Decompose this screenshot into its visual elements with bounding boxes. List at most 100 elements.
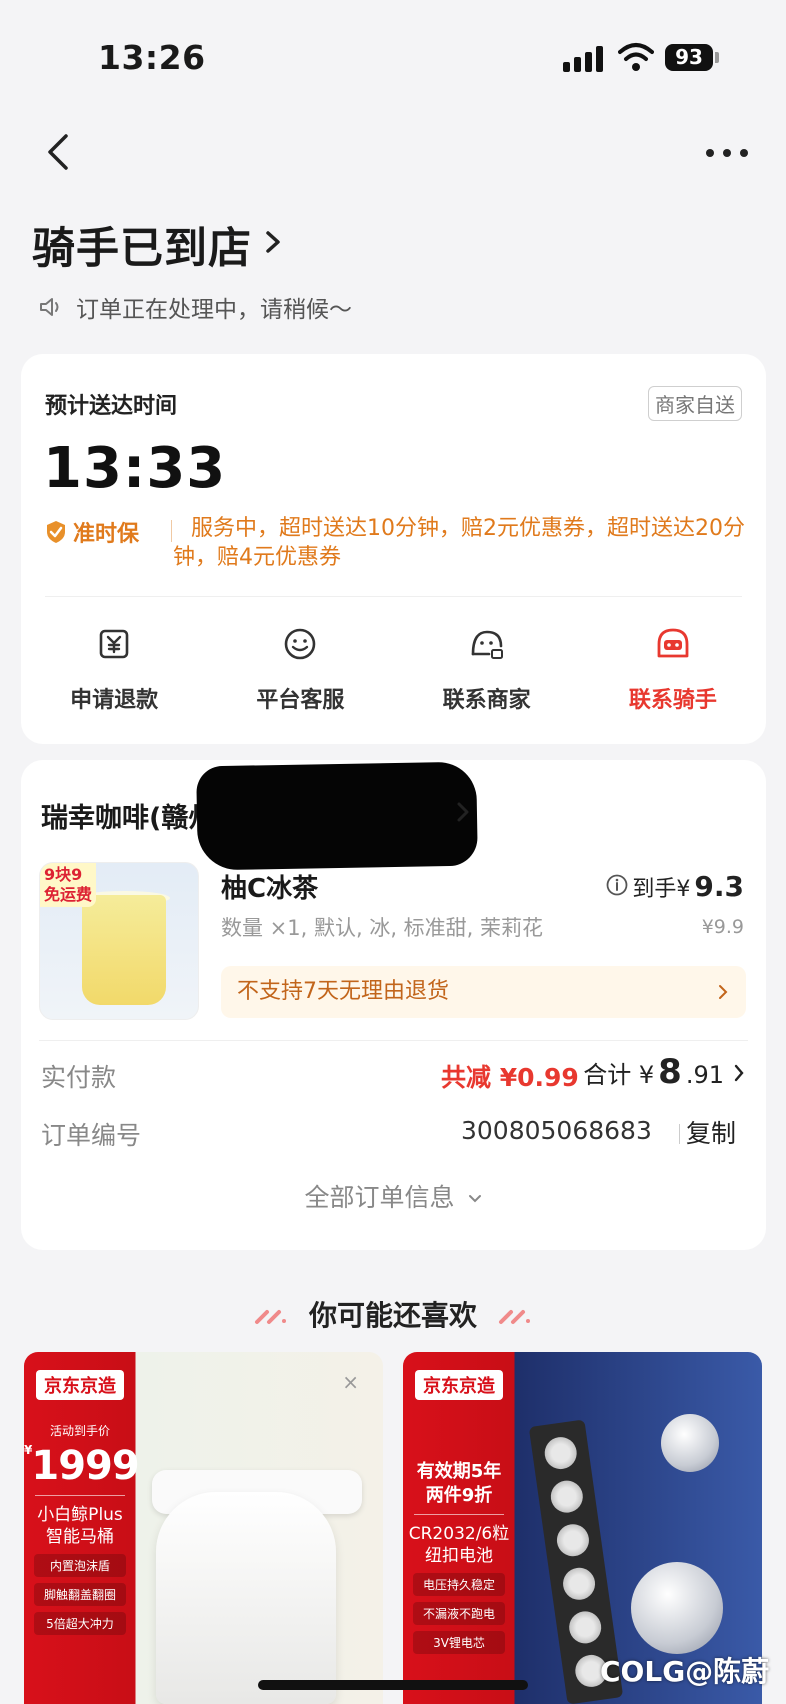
- discount-amount: 共减 ¥0.99: [441, 1063, 579, 1092]
- watermark: COLG@陈蔚: [600, 1655, 770, 1688]
- promo-price: ¥1999: [24, 1443, 140, 1489]
- total-prefix: 合计 ¥: [583, 1061, 655, 1089]
- original-price: ¥9.9: [701, 916, 744, 938]
- product-name-line2: 智能马桶: [46, 1527, 114, 1547]
- recommend-info: 活动到手价 ¥1999 小白鲸Plus 智能马桶 内置泡沫盾 脚触翻盖翻圈 5倍…: [24, 1422, 140, 1635]
- product-name-line2: 纽扣电池: [425, 1546, 493, 1566]
- promo-caption: 活动到手价: [49, 1424, 110, 1438]
- customer-service-button[interactable]: 平台客服: [207, 624, 393, 714]
- cup: [82, 895, 166, 1005]
- refund-button[interactable]: 申请退款: [21, 624, 207, 714]
- promo-tag-line1: 9块9: [44, 865, 83, 884]
- product-name-line1: 小白鲸Plus: [37, 1505, 123, 1525]
- promo-tag-line2: 免运费: [44, 885, 93, 904]
- recommend-title-text: 你可能还喜欢: [308, 1299, 477, 1332]
- order-number: 300805068683: [461, 1116, 652, 1145]
- action-row: 申请退款 平台客服 联系商家 联系骑手: [21, 624, 766, 714]
- coin-battery-image: [631, 1562, 723, 1654]
- refund-label: 申请退款: [70, 688, 159, 713]
- copy-button[interactable]: 复制: [686, 1114, 736, 1150]
- contact-merchant-label: 联系商家: [442, 688, 531, 713]
- final-price-value: 9.3: [694, 870, 744, 903]
- delivery-type-badge: 商家自送: [648, 386, 742, 421]
- ontime-divider: [171, 520, 172, 542]
- headline-line1: 有效期5年: [416, 1461, 502, 1482]
- toilet-image: [156, 1492, 336, 1704]
- recommend-info: 有效期5年 两件9折 CR2032/6粒 纽扣电池 电压持久稳定 不漏液不跑电 …: [403, 1460, 515, 1654]
- status-bar: 13:26 93: [0, 0, 786, 110]
- info-icon[interactable]: [606, 874, 628, 896]
- chevron-right-icon[interactable]: [262, 228, 284, 256]
- feature-tag: 电压持久稳定: [413, 1573, 505, 1596]
- speaker-icon: [40, 298, 59, 316]
- chevron-right-icon[interactable]: [454, 800, 472, 824]
- ontime-label: 准时保: [73, 522, 140, 547]
- promo-tag: 9块9 免运费: [40, 863, 97, 907]
- feature-tag: 3V锂电芯: [413, 1631, 505, 1654]
- all-order-info-label: 全部订单信息: [304, 1183, 455, 1212]
- total-amount[interactable]: 合计 ¥8.91: [583, 1052, 724, 1092]
- decoration-icon: [498, 1310, 530, 1324]
- order-card: 瑞幸咖啡(赣州南 9块9 免运费 柚C冰茶 到手¥ 9.3 数量 ×1, 默认, …: [21, 760, 766, 1250]
- contact-merchant-button[interactable]: 联系商家: [394, 624, 580, 714]
- wifi-icon: [618, 43, 654, 71]
- headline-line2: 两件9折: [425, 1485, 493, 1506]
- product-name-line1: CR2032/6粒: [408, 1524, 510, 1544]
- contact-rider-label: 联系骑手: [628, 688, 717, 713]
- paid-label: 实付款: [41, 1063, 117, 1092]
- chevron-right-icon: [719, 985, 728, 999]
- divider: [39, 1040, 748, 1041]
- eta-card: 预计送达时间 商家自送 13:33 准时保 服务中，超时送达10分钟，赔2元优惠…: [21, 354, 766, 744]
- final-price-prefix: 到手¥: [632, 877, 691, 902]
- product-spec[interactable]: 数量 ×1, 默认, 冰, 标准甜, 茉莉花: [221, 912, 561, 942]
- customer-service-label: 平台客服: [256, 688, 345, 713]
- status-time: 13:26: [98, 38, 206, 77]
- no-return-notice[interactable]: 不支持7天无理由退货: [221, 966, 746, 1018]
- final-price[interactable]: 到手¥ 9.3: [606, 870, 744, 903]
- contact-rider-button[interactable]: 联系骑手: [580, 624, 766, 714]
- recommend-title: 你可能还喜欢: [0, 1294, 786, 1334]
- eta-time: 13:33: [43, 436, 227, 501]
- refund-icon: [99, 629, 129, 659]
- chevron-right-icon[interactable]: [734, 1064, 744, 1082]
- jd-brand-logo: 京东京造: [36, 1370, 124, 1400]
- coin-battery-image: [661, 1414, 719, 1472]
- recommend-card-toilet[interactable]: 京东京造 × 活动到手价 ¥1999 小白鲸Plus 智能马桶 内置泡沫盾 脚触…: [24, 1352, 383, 1704]
- close-icon[interactable]: ×: [342, 1370, 359, 1394]
- redaction-mark: [196, 761, 478, 871]
- eta-label: 预计送达时间: [45, 394, 178, 419]
- shield-icon: [47, 521, 65, 543]
- order-status-title[interactable]: 骑手已到店: [32, 214, 252, 276]
- feature-tag: 内置泡沫盾: [34, 1554, 126, 1577]
- total-small: .91: [685, 1061, 724, 1089]
- home-indicator[interactable]: [258, 1680, 528, 1690]
- feature-tag: 脚触翻盖翻圈: [34, 1583, 126, 1606]
- copy-divider: [679, 1124, 680, 1144]
- price-value: 1999: [31, 1443, 139, 1489]
- divider: [35, 1495, 125, 1496]
- signal-icon: [563, 46, 605, 72]
- back-icon[interactable]: [40, 130, 80, 174]
- product-name: 柚C冰茶: [221, 874, 319, 904]
- feature-tag: 不漏液不跑电: [413, 1602, 505, 1625]
- merchant-icon: [471, 630, 503, 659]
- ontime-guarantee: 准时保: [45, 516, 139, 548]
- total-big: 8: [658, 1052, 682, 1092]
- order-number-label: 订单编号: [41, 1121, 142, 1150]
- divider: [414, 1514, 504, 1515]
- battery-tip: [715, 52, 719, 63]
- feature-tag: 5倍超大冲力: [34, 1612, 126, 1635]
- status-subtitle: 订单正在处理中，请稍候～: [38, 290, 352, 324]
- ontime-text: 服务中，超时送达10分钟，赔2元优惠券，超时送达20分钟，赔4元优惠券: [173, 516, 745, 570]
- no-return-text: 不支持7天无理由退货: [237, 979, 449, 1004]
- chevron-down-icon: [469, 1195, 482, 1203]
- customer-service-icon: [285, 628, 316, 660]
- battery-indicator: 93: [665, 44, 713, 71]
- divider: [45, 596, 742, 597]
- more-icon[interactable]: [704, 140, 750, 164]
- all-order-info-button[interactable]: 全部订单信息: [21, 1178, 766, 1214]
- decoration-icon: [255, 1310, 287, 1324]
- jd-brand-logo: 京东京造: [415, 1370, 503, 1400]
- rider-icon: [657, 628, 689, 658]
- product-image[interactable]: 9块9 免运费: [39, 862, 199, 1020]
